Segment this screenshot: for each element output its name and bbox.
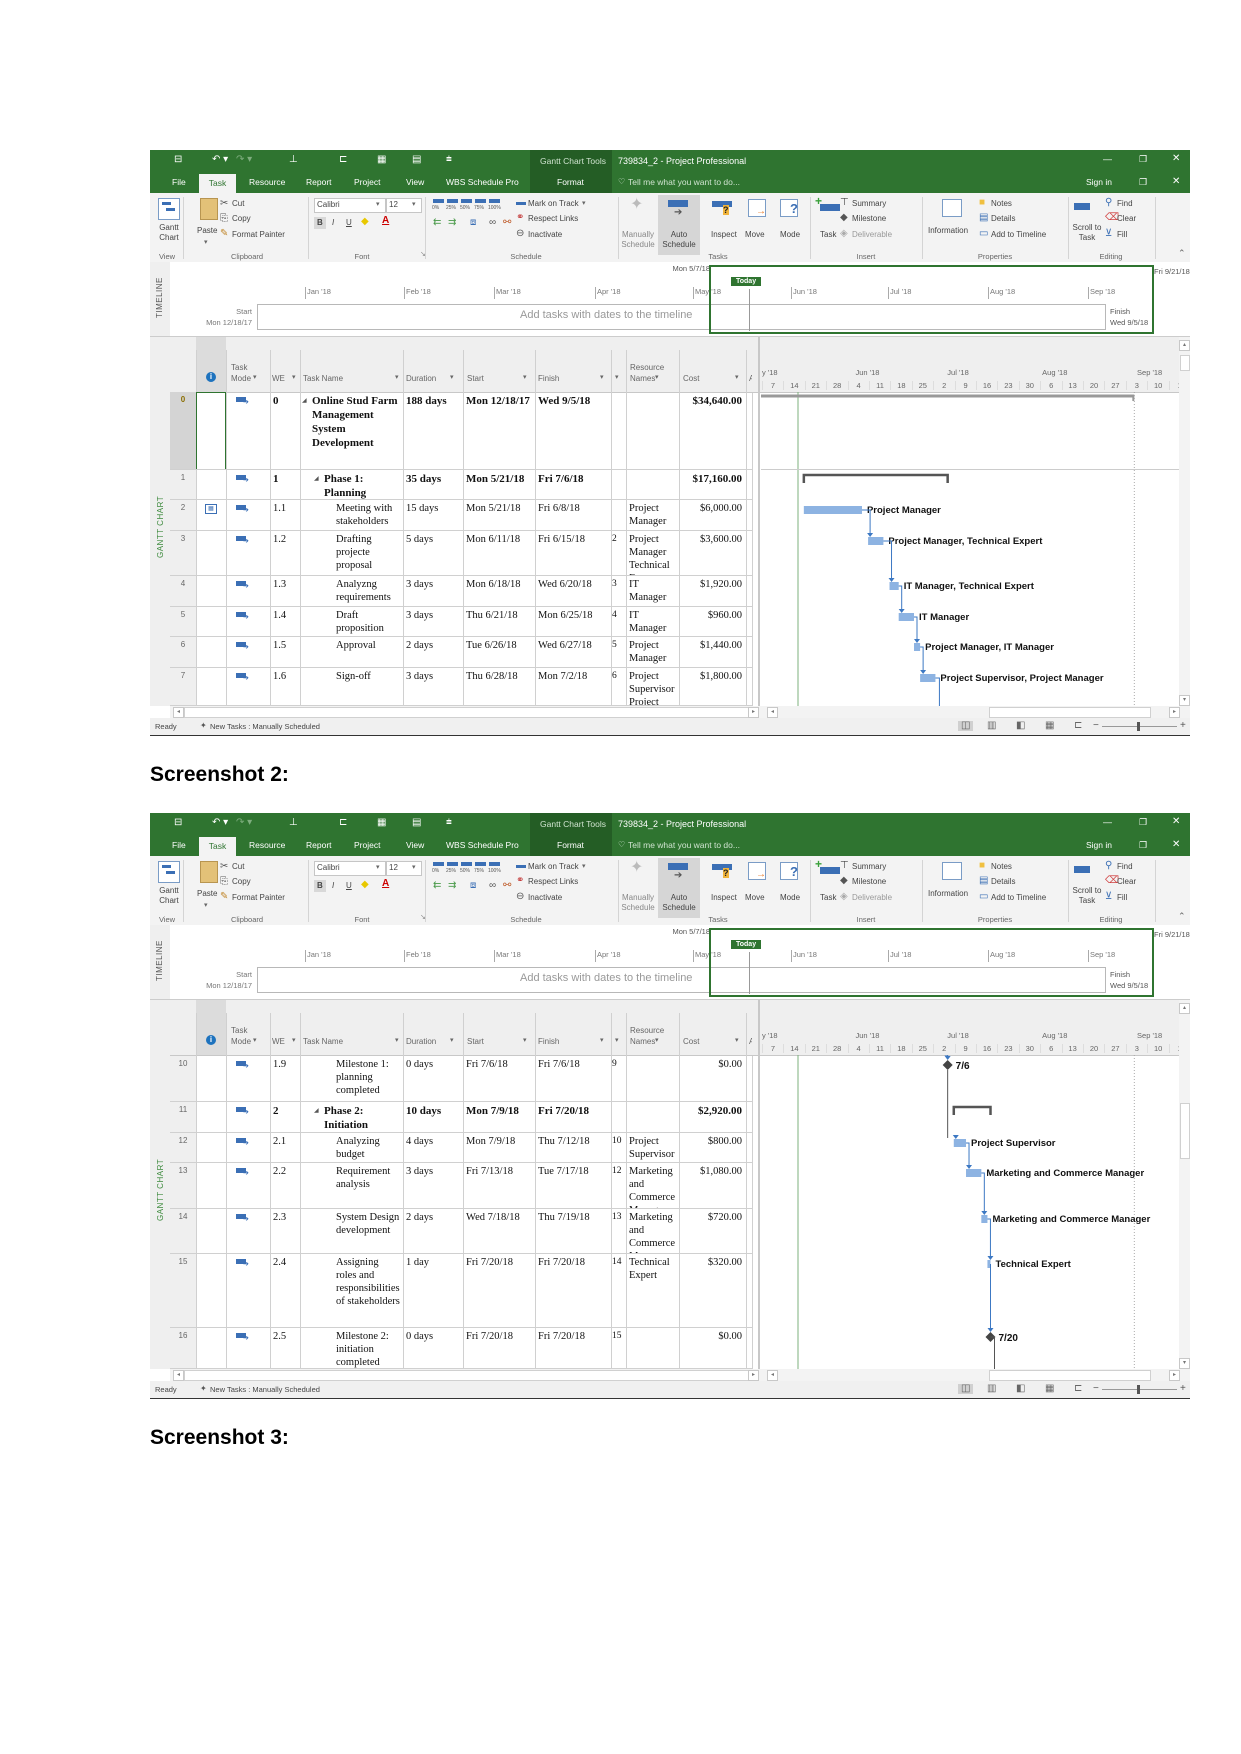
dependency-arrowhead	[920, 670, 927, 674]
pin-icon: ✦	[200, 721, 207, 730]
dependency-link[interactable]	[987, 1218, 991, 1259]
scroll-down-button[interactable]: ▾	[1179, 1358, 1190, 1369]
dependency-arrowhead	[952, 1135, 959, 1139]
resource-sheet-icon[interactable]: ▦	[1045, 1384, 1054, 1394]
summary-bar[interactable]	[952, 1105, 992, 1115]
status-ready: Ready	[155, 1385, 177, 1394]
gantt-view-icon[interactable]: ◫	[958, 721, 974, 731]
dependency-link-offscreen[interactable]	[990, 1336, 995, 1369]
vertical-scroll-thumb[interactable]	[1180, 355, 1190, 371]
zoom-in-button[interactable]: +	[1180, 720, 1186, 731]
dependency-arrowhead	[981, 1211, 988, 1215]
task-bar[interactable]	[966, 1169, 982, 1177]
gantt-scroll-left-button[interactable]: ◂	[767, 1370, 778, 1381]
vertical-scroll-thumb[interactable]	[1180, 1103, 1190, 1159]
zoom-out-button[interactable]: −	[1093, 720, 1099, 731]
task-bar-resource-label: Project Manager	[867, 505, 941, 516]
task-bar[interactable]	[914, 643, 921, 651]
zoom-out-button[interactable]: −	[1093, 1383, 1099, 1394]
task-bar-resource-label: Project Supervisor	[971, 1138, 1056, 1149]
task-bar-resource-label: IT Manager	[919, 612, 969, 623]
gantt-scroll-right-button[interactable]: ▸	[1169, 707, 1180, 718]
table-scroll-thumb[interactable]	[184, 707, 751, 718]
ms-project-window-screenshot-2: ⊟ ↶ ▾ ↷ ▾ ⊥ ⊏ ▦ ▤ ⩧ Gantt Chart Tools 739834_2 - …	[150, 813, 1190, 1399]
gantt-chart[interactable]: 7/6 Project Supervisor Marketing and Comme…	[150, 813, 1190, 1398]
gantt-scroll-thumb[interactable]	[989, 1370, 1151, 1381]
table-scroll-right-button[interactable]: ▸	[748, 1370, 759, 1381]
task-bar-resource-label: Technical Expert	[996, 1259, 1072, 1270]
dependency-arrowhead	[888, 578, 895, 582]
resource-sheet-icon[interactable]: ▦	[1045, 721, 1054, 731]
gantt-scroll-right-button[interactable]: ▸	[1169, 1370, 1180, 1381]
table-scroll-left-button[interactable]: ◂	[173, 707, 184, 718]
vertical-scrollbar[interactable]	[1179, 1000, 1190, 1369]
milestone-diamond[interactable]	[942, 1060, 953, 1070]
dependency-link-offscreen[interactable]	[935, 677, 940, 706]
task-bar[interactable]	[803, 506, 862, 514]
task-bar[interactable]	[953, 1139, 967, 1147]
task-bar[interactable]	[868, 537, 884, 545]
task-bar-resource-label: Project Manager, Technical Expert	[888, 536, 1043, 547]
dependency-link[interactable]	[966, 1142, 970, 1168]
task-bar-resource-label: Project Supervisor, Project Manager	[940, 673, 1103, 684]
task-bar-resource-label: IT Manager, Technical Expert	[904, 581, 1035, 592]
summary-bar[interactable]	[802, 473, 949, 483]
zoom-slider-thumb[interactable]	[1137, 722, 1140, 731]
gantt-chart[interactable]: Project Manager Project Manager, Technica…	[150, 150, 1190, 735]
task-bar[interactable]	[920, 674, 936, 682]
task-bar-resource-label: Marketing and Commerce Manager	[992, 1214, 1150, 1225]
dependency-arrowhead	[914, 639, 920, 643]
team-planner-icon[interactable]: ◧	[1016, 721, 1025, 731]
dependency-link[interactable]	[920, 646, 924, 673]
gantt-scroll-thumb[interactable]	[989, 707, 1151, 718]
task-bar-resource-label: Project Manager, IT Manager	[925, 642, 1054, 653]
dependency-arrowhead	[898, 609, 905, 613]
scroll-up-button[interactable]: ▴	[1179, 340, 1190, 351]
task-bar[interactable]	[981, 1215, 988, 1223]
gantt-scroll-left-button[interactable]: ◂	[767, 707, 778, 718]
task-bar[interactable]	[889, 582, 899, 590]
team-planner-icon[interactable]: ◧	[1016, 1384, 1025, 1394]
table-scroll-left-button[interactable]: ◂	[173, 1370, 184, 1381]
table-scroll-thumb[interactable]	[184, 1370, 751, 1381]
scroll-up-button[interactable]: ▴	[1179, 1003, 1190, 1014]
dependency-link[interactable]	[883, 540, 893, 581]
task-usage-icon[interactable]: ▥	[987, 721, 996, 731]
dependency-arrowhead	[987, 1328, 994, 1332]
dependency-arrowhead	[987, 1256, 994, 1260]
gantt-view-icon[interactable]: ◫	[958, 1384, 974, 1394]
new-tasks-mode-status[interactable]: New Tasks : Manually Scheduled	[210, 1385, 320, 1394]
new-tasks-mode-status[interactable]: New Tasks : Manually Scheduled	[210, 722, 320, 731]
pin-icon: ✦	[200, 1384, 207, 1393]
dependency-arrowhead	[867, 533, 874, 537]
task-bar-resource-label: Marketing and Commerce Manager	[986, 1168, 1144, 1179]
vertical-scrollbar[interactable]	[1179, 337, 1190, 706]
milestone-label: 7/6	[956, 1061, 970, 1072]
dependency-arrowhead	[966, 1165, 973, 1169]
document-heading-screenshot-2: Screenshot 2:	[150, 763, 289, 786]
status-ready: Ready	[155, 722, 177, 731]
dependency-link[interactable]	[914, 616, 918, 642]
dependency-arrowhead	[944, 1056, 951, 1060]
report-icon[interactable]: ⊏	[1074, 1384, 1082, 1394]
report-icon[interactable]: ⊏	[1074, 721, 1082, 731]
dependency-link[interactable]	[898, 585, 903, 612]
zoom-in-button[interactable]: +	[1180, 1383, 1186, 1394]
task-usage-icon[interactable]: ▥	[987, 1384, 996, 1394]
ms-project-window-screenshot-1: ⊟ ↶ ▾ ↷ ▾ ⊥ ⊏ ▦ ▤ ⩧ Gantt Chart Tools 739834_2 - …	[150, 150, 1190, 736]
scroll-down-button[interactable]: ▾	[1179, 695, 1190, 706]
table-scroll-right-button[interactable]: ▸	[748, 707, 759, 718]
zoom-slider-thumb[interactable]	[1137, 1385, 1140, 1394]
document-heading-screenshot-3: Screenshot 3:	[150, 1426, 289, 1449]
milestone-label: 7/20	[999, 1333, 1019, 1344]
task-bar[interactable]	[898, 613, 914, 621]
dependency-link[interactable]	[981, 1172, 985, 1214]
